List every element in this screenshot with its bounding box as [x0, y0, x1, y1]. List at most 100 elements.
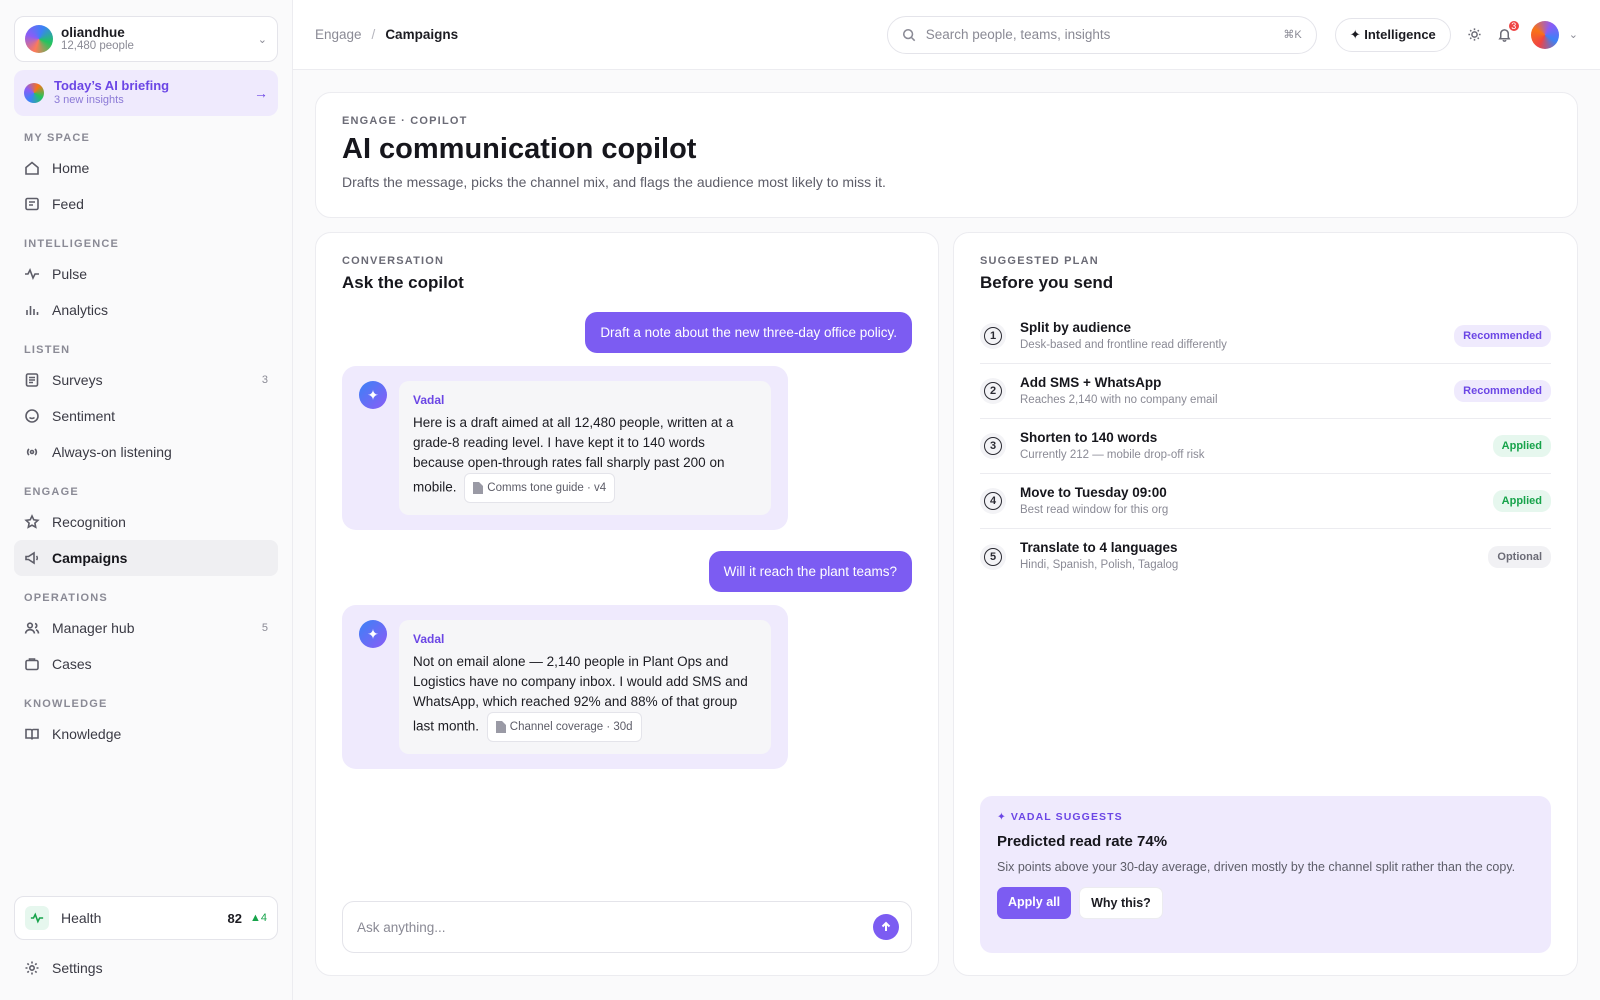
vadal-suggestion-card: ✦ VADAL SUGGESTS Predicted read rate 74%…	[980, 796, 1551, 953]
send-button[interactable]	[873, 914, 899, 940]
sidebar-item-always-on-listening[interactable]: Always-on listening	[14, 434, 278, 470]
plan-panel: SUGGESTED PLAN Before you send 1 Split b…	[953, 232, 1578, 976]
plan-item[interactable]: 1 Split by audience Desk-based and front…	[980, 309, 1551, 364]
search-shortcut-hint: ⌘K	[1283, 29, 1302, 41]
ai-briefing-card[interactable]: Today’s AI briefing 3 new insights →	[14, 70, 278, 116]
sidebar-item-campaigns[interactable]: Campaigns	[14, 540, 278, 576]
intelligence-button[interactable]: ✦ Intelligence	[1334, 17, 1451, 52]
sun-icon[interactable]	[1465, 25, 1485, 45]
page-content: ENGAGE · COPILOT AI communication copilo…	[293, 70, 1600, 1000]
nav-group-title: ENGAGE	[24, 486, 79, 498]
bot-message-body: Not on email alone — 2,140 people in Pla…	[413, 652, 757, 742]
step-number: 4	[984, 492, 1002, 510]
sidebar-item-label: Sentiment	[52, 408, 116, 424]
plan-item-title: Split by audience	[1020, 319, 1132, 335]
panels: CONVERSATION Ask the copilot Draft a not…	[315, 232, 1578, 976]
search-box[interactable]: ⌘K	[886, 15, 1317, 54]
search-input[interactable]	[925, 27, 1284, 42]
book-icon	[24, 726, 40, 742]
plan-item-subtitle: Best read window for this org	[1020, 503, 1169, 516]
org-name: oliandhue	[61, 24, 125, 40]
briefing-subtitle: 3 new insights	[54, 94, 124, 107]
sidebar-item-recognition[interactable]: Recognition	[14, 504, 278, 540]
status-badge: Applied	[1492, 435, 1551, 457]
sidebar-item-settings[interactable]: Settings	[14, 950, 278, 986]
user-message: Will it reach the plant teams?	[708, 551, 912, 592]
plan-item-subtitle: Currently 212 — mobile drop-off risk	[1020, 448, 1205, 461]
plan-item[interactable]: 4 Move to Tuesday 09:00 Best read window…	[980, 474, 1551, 529]
sidebar-nav: MY SPACE Home Feed INTELLIGENCE Pulse An…	[14, 116, 278, 752]
org-switcher[interactable]: oliandhue 12,480 people ⌄	[14, 16, 278, 62]
breadcrumb-parent-link[interactable]: Engage	[315, 27, 362, 42]
plan-eyebrow: SUGGESTED PLAN	[980, 255, 1099, 267]
health-label: Health	[61, 910, 102, 926]
sidebar-item-label: Pulse	[52, 266, 88, 282]
org-text: oliandhue 12,480 people	[61, 25, 258, 54]
status-badge: Optional	[1488, 545, 1551, 568]
user-avatar[interactable]	[1530, 20, 1559, 49]
sidebar-item-feed[interactable]: Feed	[14, 186, 278, 222]
sidebar-item-label: Analytics	[52, 302, 109, 318]
page-title: AI communication copilot	[342, 133, 697, 165]
sidebar-item-cases[interactable]: Cases	[14, 646, 278, 682]
sidebar-item-label: Surveys	[52, 372, 103, 388]
broadcast-icon	[24, 444, 40, 460]
topbar: Engage / Campaigns ⌘K ✦ Intelligence 3 ⌄	[293, 0, 1600, 70]
manager-hub-count-badge: 5	[261, 622, 268, 634]
apply-all-button[interactable]: Apply all	[997, 887, 1072, 919]
arrow-up-icon	[881, 921, 891, 931]
step-number-icon: 2	[980, 378, 1006, 404]
status-badge: Recommended	[1454, 380, 1551, 402]
ask-input[interactable]	[357, 919, 873, 935]
sidebar-item-label: Campaigns	[52, 550, 128, 566]
sidebar-item-knowledge[interactable]: Knowledge	[14, 716, 278, 752]
step-number: 1	[984, 327, 1002, 345]
nav-group-title: KNOWLEDGE	[24, 698, 108, 710]
citation-chip[interactable]: Channel coverage · 30d	[486, 712, 642, 742]
suggestion-actions: Apply all Why this?	[997, 887, 1534, 919]
chevron-down-icon[interactable]: ⌄	[1569, 28, 1578, 41]
sidebar-item-label: Knowledge	[52, 726, 122, 742]
citation-chip[interactable]: Comms tone guide · v4	[464, 473, 616, 503]
bar-chart-icon	[24, 302, 40, 318]
plan-item[interactable]: 5 Translate to 4 languages Hindi, Spanis…	[980, 529, 1551, 584]
sidebar-item-home[interactable]: Home	[14, 150, 278, 186]
sidebar-item-label: Always-on listening	[52, 444, 172, 460]
bot-message-card: Vadal Here is a draft aimed at all 12,48…	[399, 381, 771, 515]
sidebar-item-manager-hub[interactable]: Manager hub 5	[14, 610, 278, 646]
heartbeat-icon	[25, 906, 49, 930]
nav-group-title: INTELLIGENCE	[24, 238, 120, 250]
feed-icon	[24, 196, 40, 212]
conversation-panel: CONVERSATION Ask the copilot Draft a not…	[315, 232, 939, 976]
breadcrumb-current: Campaigns	[385, 27, 459, 42]
sidebar-item-analytics[interactable]: Analytics	[14, 292, 278, 328]
plan-item-subtitle: Reaches 2,140 with no company email	[1020, 393, 1218, 406]
users-icon	[24, 620, 40, 636]
plan-item[interactable]: 3 Shorten to 140 words Currently 212 — m…	[980, 419, 1551, 474]
status-badge: Recommended	[1454, 325, 1551, 347]
sidebar-item-surveys[interactable]: Surveys 3	[14, 362, 278, 398]
nav-group-title: MY SPACE	[24, 132, 91, 144]
health-widget[interactable]: Health 82 ▲4	[14, 896, 278, 940]
bell-icon[interactable]: 3	[1495, 18, 1521, 45]
message-composer	[342, 901, 912, 953]
plan-item-subtitle: Desk-based and frontline read differentl…	[1020, 338, 1227, 351]
step-number: 2	[984, 382, 1002, 400]
plan-item-text: Split by audience Desk-based and frontli…	[1020, 320, 1454, 353]
step-number-icon: 5	[980, 543, 1006, 570]
sidebar-item-pulse[interactable]: Pulse	[14, 256, 278, 292]
plan-list: 1 Split by audience Desk-based and front…	[980, 309, 1551, 584]
chevron-down-icon: ⌄	[257, 33, 267, 46]
sidebar-item-label: Recognition	[52, 514, 126, 530]
why-this-button[interactable]: Why this?	[1079, 887, 1163, 919]
plan-item[interactable]: 2 Add SMS + WhatsApp Reaches 2,140 with …	[980, 364, 1551, 419]
main: Engage / Campaigns ⌘K ✦ Intelligence 3 ⌄…	[293, 0, 1600, 1000]
citation-label: Comms tone guide · v4	[487, 482, 607, 494]
org-people-count: 12,480 people	[61, 40, 134, 53]
user-message: Draft a note about the new three-day off…	[585, 312, 912, 353]
plan-item-text: Shorten to 140 words Currently 212 — mob…	[1020, 430, 1493, 463]
plan-item-text: Translate to 4 languages Hindi, Spanish,…	[1020, 540, 1488, 573]
briefing-orb-icon	[24, 83, 44, 103]
nav-group-title: OPERATIONS	[24, 592, 108, 604]
sidebar-item-sentiment[interactable]: Sentiment	[14, 398, 278, 434]
